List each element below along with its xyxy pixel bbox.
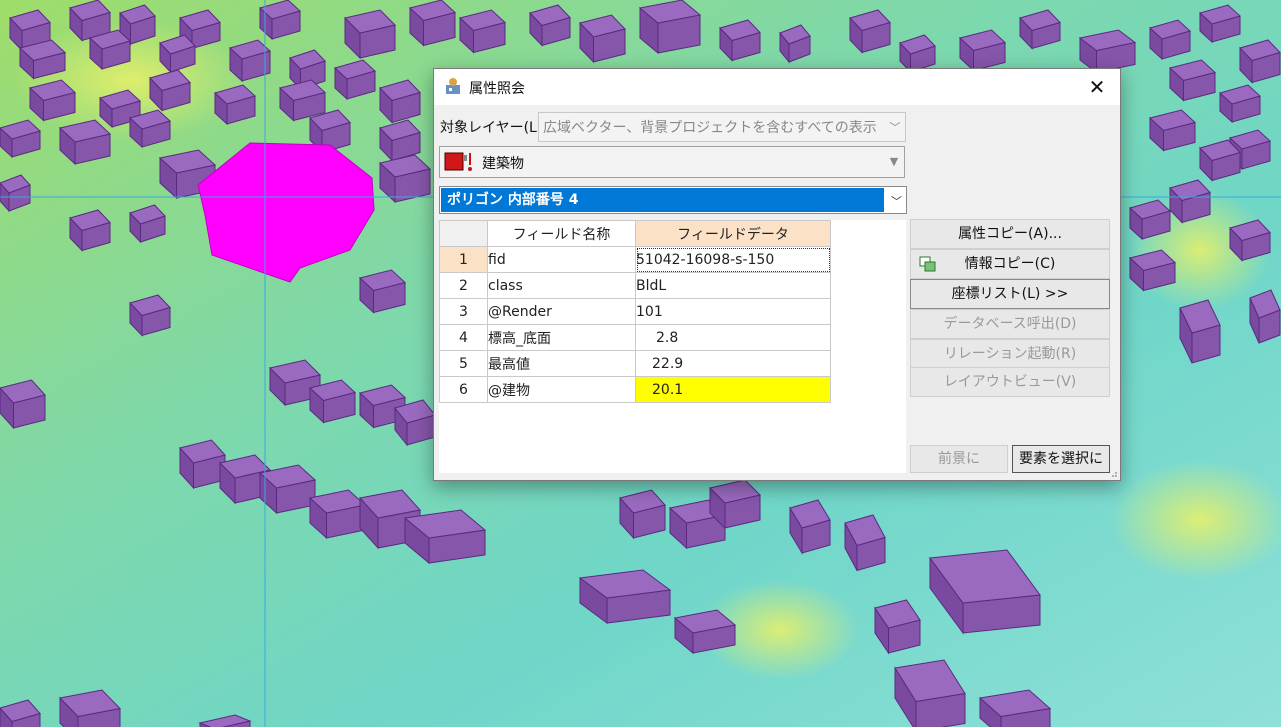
field-name-cell[interactable]: fid (487, 246, 636, 273)
field-value-cell[interactable]: 20.1 (635, 376, 831, 403)
info-copy-button[interactable]: 情報コピー(C) (910, 249, 1110, 279)
row-number[interactable]: 6 (439, 376, 488, 403)
close-icon: ✕ (1088, 75, 1106, 99)
field-value-cell[interactable]: 2.8 (635, 324, 831, 351)
target-layer-combo[interactable]: 広域ベクター、背景プロジェクトを含むすべての表示 ﹀ (538, 112, 906, 142)
attribute-query-dialog: 属性照会 ✕ 対象レイヤー(L) 広域ベクター、背景プロジェクトを含むすべての表… (433, 68, 1121, 481)
attribute-copy-button[interactable]: 属性コピー(A)... (910, 219, 1110, 249)
row-number[interactable]: 4 (439, 324, 488, 351)
relation-launch-button[interactable]: リレーション起動(R) (910, 339, 1110, 369)
target-layer-value: 広域ベクター、背景プロジェクトを含むすべての表示 (543, 120, 877, 136)
table-row[interactable]: 4 標高_底面 2.8 (439, 324, 831, 351)
app-icon (446, 78, 460, 94)
table-row[interactable]: 2 class BldL (439, 272, 831, 299)
grid-corner (439, 220, 488, 247)
copy-icon (919, 256, 936, 272)
row-number[interactable]: 2 (439, 272, 488, 299)
window-title: 属性照会 (469, 81, 525, 97)
chevron-down-icon: ﹀ (889, 121, 901, 134)
field-name-cell[interactable]: 標高_底面 (487, 324, 636, 351)
attribute-grid: フィールド名称 フィールドデータ 1 fid 51042-16098-s-150… (439, 220, 906, 473)
coordinate-list-button[interactable]: 座標リスト(L) >> (910, 279, 1110, 309)
field-value-cell[interactable]: 101 (635, 298, 831, 325)
target-layer-label: 対象レイヤー(L) (440, 120, 543, 136)
row-number[interactable]: 1 (439, 246, 488, 273)
row-number[interactable]: 5 (439, 350, 488, 377)
feature-combo[interactable]: 建築物 ▼ (439, 146, 905, 178)
feature-combo-value: 建築物 (482, 156, 524, 172)
table-row[interactable]: 3 @Render 101 (439, 298, 831, 325)
close-button[interactable]: ✕ (1074, 69, 1120, 105)
building-layer-icon (444, 152, 472, 171)
field-value-cell[interactable]: BldL (635, 272, 831, 299)
feature-selector-value: ポリゴン 内部番号 4 (441, 188, 884, 212)
field-value-cell[interactable]: 22.9 (635, 350, 831, 377)
field-name-cell[interactable]: @Render (487, 298, 636, 325)
field-name-cell[interactable]: class (487, 272, 636, 299)
table-row[interactable]: 5 最高値 22.9 (439, 350, 831, 377)
field-name-cell[interactable]: 最高値 (487, 350, 636, 377)
column-header-field-name[interactable]: フィールド名称 (487, 220, 636, 247)
column-header-field-data[interactable]: フィールドデータ (635, 220, 831, 247)
chevron-down-icon: ▼ (889, 155, 899, 168)
row-number[interactable]: 3 (439, 298, 488, 325)
info-copy-label: 情報コピー(C) (964, 256, 1056, 272)
title-bar[interactable]: 属性照会 ✕ (434, 69, 1120, 105)
layout-view-button[interactable]: レイアウトビュー(V) (910, 367, 1110, 397)
foreground-button[interactable]: 前景に (910, 445, 1008, 473)
select-element-button[interactable]: 要素を選択に (1012, 445, 1110, 473)
database-call-button[interactable]: データベース呼出(D) (910, 309, 1110, 339)
chevron-down-icon: ﹀ (891, 195, 902, 208)
table-row[interactable]: 6 @建物 20.1 (439, 376, 831, 403)
table-row[interactable]: 1 fid 51042-16098-s-150 (439, 246, 831, 273)
field-name-cell[interactable]: @建物 (487, 376, 636, 403)
resize-grip-icon[interactable] (1110, 470, 1118, 478)
grid-header-row: フィールド名称 フィールドデータ (439, 220, 831, 247)
feature-selector[interactable]: ポリゴン 内部番号 4 ﹀ (439, 186, 907, 214)
field-value-cell[interactable]: 51042-16098-s-150 (635, 246, 831, 273)
